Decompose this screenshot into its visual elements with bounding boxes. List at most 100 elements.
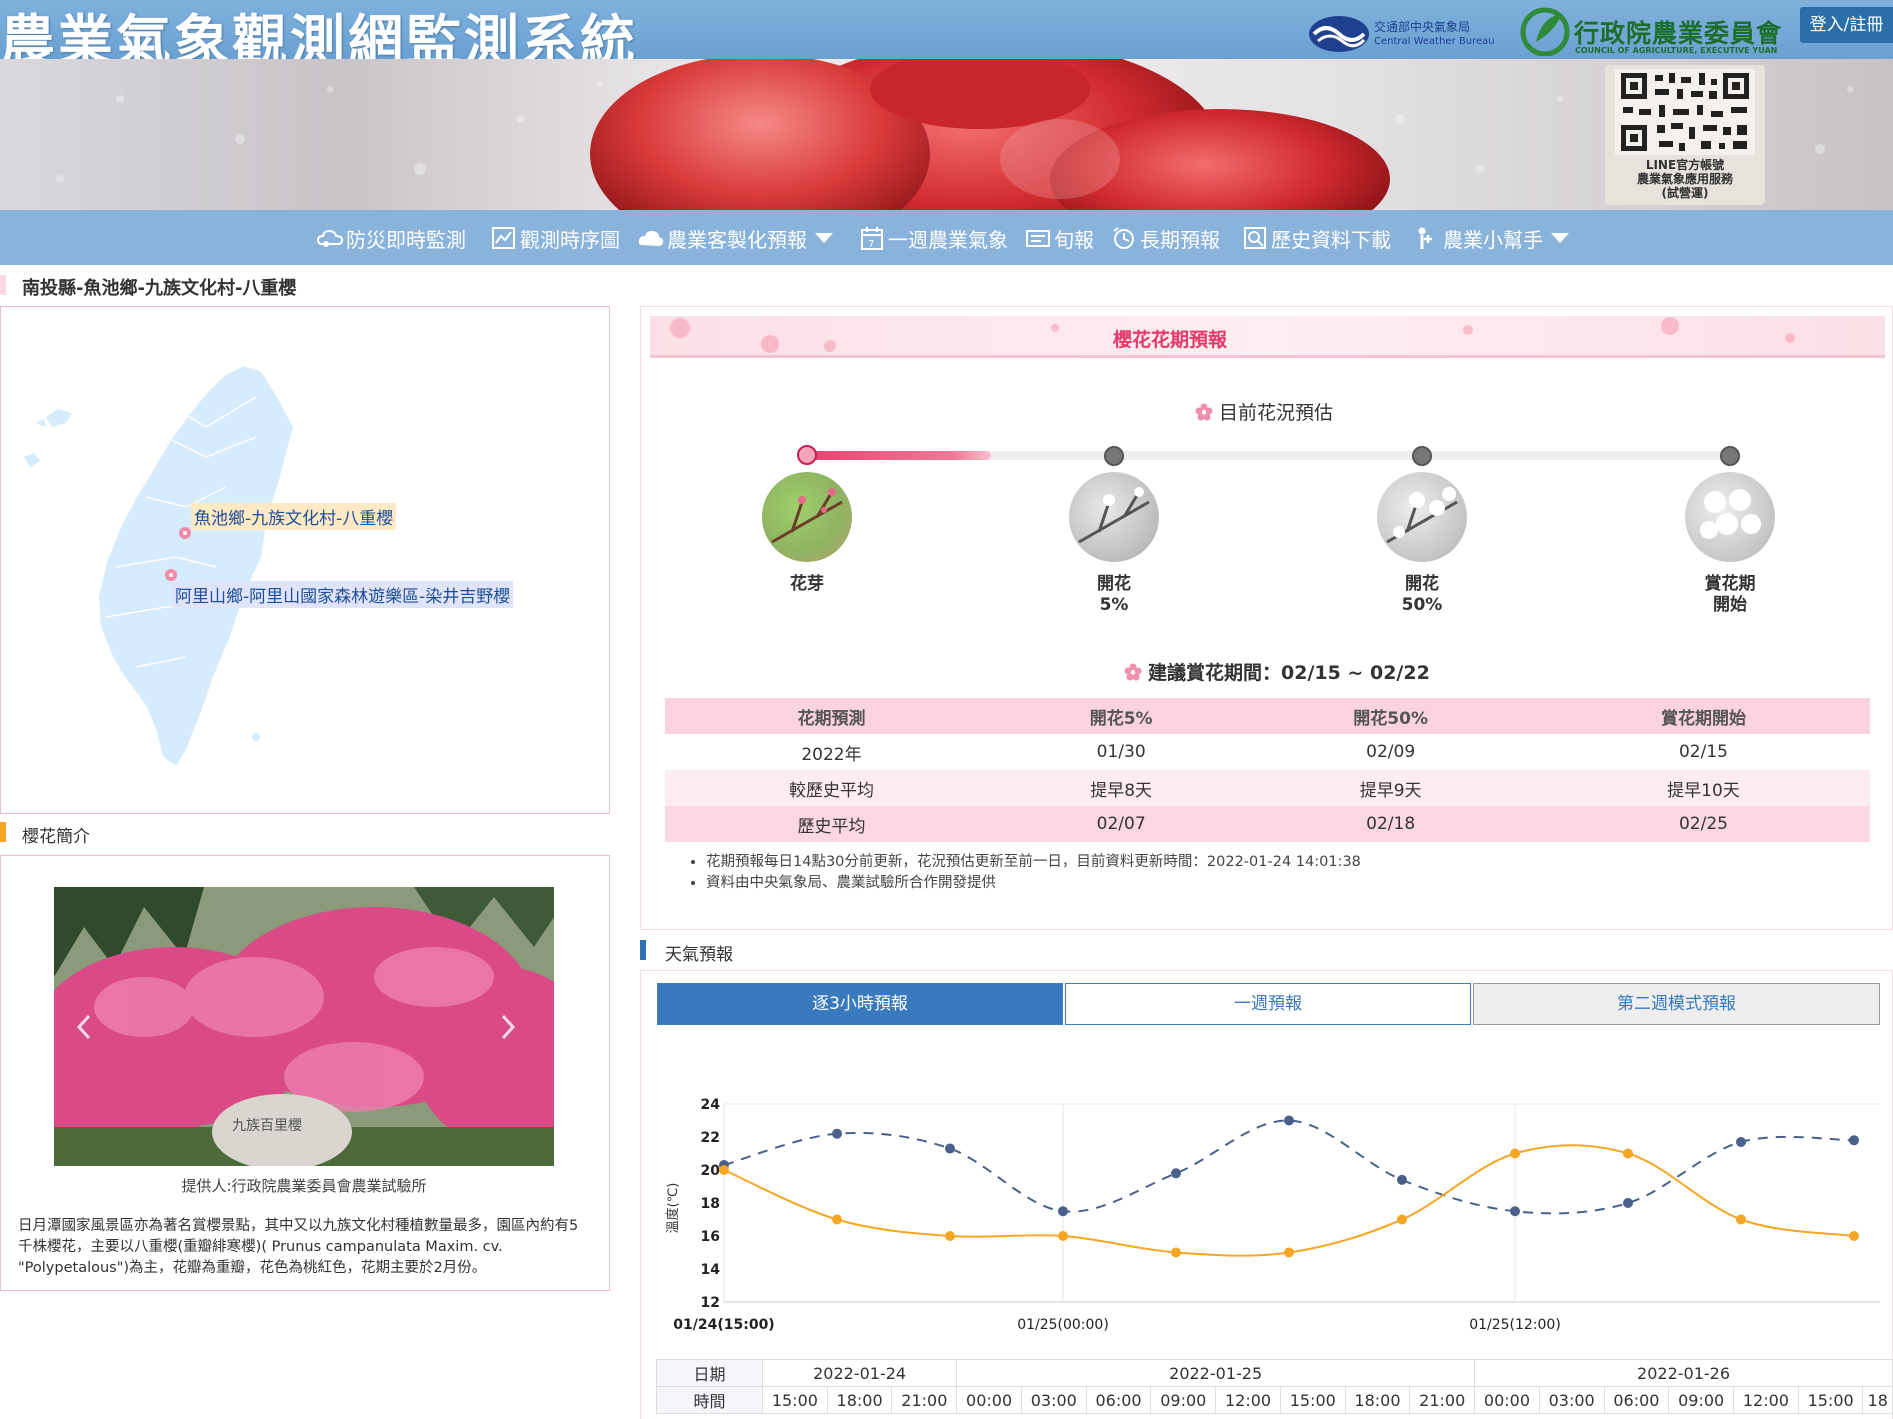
coa-logo[interactable]: 行政院農業委員會 COUNCIL OF AGRICULTURE, EXECUTI…: [1518, 6, 1788, 56]
sakura-marker-icon[interactable]: [164, 568, 178, 582]
stage-bud-image: [762, 472, 852, 562]
qr-code-icon: [1615, 69, 1755, 155]
nav-label: 長期預報: [1140, 227, 1220, 252]
weather-time-table: 日期 2022-01-24 2022-01-25 2022-01-26 時間 1…: [656, 1359, 1893, 1414]
x-tick-label: 01/24(15:00): [673, 1317, 774, 1333]
x-tick-label: 01/25(00:00): [1017, 1317, 1109, 1333]
nav-history-download[interactable]: 歷史資料下載: [1242, 222, 1391, 254]
data-point[interactable]: [1171, 1247, 1181, 1258]
table-row: 日期 2022-01-24 2022-01-25 2022-01-26: [656, 1359, 1893, 1387]
tab-second-week[interactable]: 第二週模式預報: [1473, 983, 1880, 1025]
data-point[interactable]: [1849, 1135, 1859, 1146]
temperature-chart[interactable]: 12 14 16 18 20 22 24 01/24(15:00) 01/25(00:00) 0…: [650, 1090, 1880, 1340]
data-point[interactable]: [1623, 1148, 1633, 1159]
table-cell-time: 00:00: [956, 1386, 1022, 1414]
location-breadcrumb: 南投縣-魚池鄉-九族文化村-八重櫻: [22, 278, 297, 299]
weather-section-title: 天氣預報: [665, 945, 733, 965]
download-icon: [1244, 227, 1266, 249]
bloom-progress-fill: [806, 451, 992, 460]
table-cell: 02/15: [1678, 742, 1728, 762]
intro-section-title: 櫻花簡介: [22, 827, 90, 847]
cwb-name-en: Central Weather Bureau: [1374, 36, 1495, 47]
sakura-marker-icon[interactable]: [178, 526, 192, 540]
table-cell-time: 12:00: [1215, 1386, 1281, 1414]
data-point[interactable]: [1849, 1231, 1859, 1241]
nav-weekly-agri-weather[interactable]: 7 一週農業氣象: [859, 222, 1008, 254]
data-point[interactable]: [1736, 1136, 1746, 1147]
table-cell-date: 2022-01-25: [956, 1359, 1476, 1387]
date-row-label: 日期: [656, 1359, 763, 1387]
carousel-prev-icon[interactable]: [74, 1012, 94, 1042]
table-cell-time: 21:00: [1409, 1386, 1476, 1414]
table-cell-time: 18:00: [826, 1386, 893, 1414]
bloom-suggestion: 建議賞花期間：02/15 ~ 02/22: [1124, 658, 1430, 685]
table-cell-time: 18:00: [1344, 1386, 1411, 1414]
data-point[interactable]: [1510, 1148, 1520, 1159]
sakura-photo[interactable]: 九族百里櫻: [54, 887, 554, 1166]
table-cell-time: 06:00: [1603, 1386, 1670, 1414]
data-point[interactable]: [1058, 1231, 1068, 1241]
qr-caption-line1: LINE官方帳號: [1645, 158, 1725, 172]
table-row: 較歷史平均 提早8天 提早9天 提早10天: [665, 770, 1870, 806]
map-label-yuchi[interactable]: 魚池鄉-九族文化村-八重櫻: [191, 503, 397, 530]
data-point[interactable]: [1284, 1115, 1294, 1126]
nav-label: 旬報: [1054, 227, 1094, 252]
table-cell: 歷史平均: [797, 816, 866, 837]
table-header-cell: 賞花期開始: [1660, 708, 1746, 729]
data-point[interactable]: [719, 1165, 729, 1175]
tab-weekly[interactable]: 一週預報: [1065, 983, 1471, 1025]
data-point[interactable]: [1058, 1206, 1068, 1217]
data-point[interactable]: [945, 1231, 955, 1241]
y-tick-label: 24: [701, 1097, 721, 1113]
bloom-stage-dot: [1412, 446, 1432, 466]
bloom-table: 花期預測 開花5% 開花50% 賞花期開始 2022年 01/30 02/09 …: [665, 698, 1870, 842]
bloom-suggestion-text: 建議賞花期間：02/15 ~ 02/22: [1148, 662, 1430, 684]
table-cell: 01/30: [1096, 742, 1146, 762]
table-cell-date: 2022-01-24: [761, 1359, 958, 1387]
bloom-status-heading: 目前花況預估: [1195, 398, 1333, 425]
nav-agri-helper[interactable]: 農業小幫手: [1414, 222, 1569, 254]
data-point[interactable]: [832, 1214, 842, 1225]
table-cell-time: 09:00: [1150, 1386, 1217, 1414]
map-panel: [0, 306, 610, 814]
cwb-logo[interactable]: 交通部中央氣象局 Central Weather Bureau: [1308, 14, 1508, 56]
nav-disaster-monitor[interactable]: 防災即時監測: [317, 222, 466, 254]
section-marker: [0, 275, 6, 295]
data-point[interactable]: [1736, 1214, 1746, 1225]
nav-long-term-forecast[interactable]: 長期預報: [1111, 222, 1220, 254]
nav-label: 防災即時監測: [346, 227, 466, 252]
y-tick-label: 14: [701, 1262, 721, 1278]
nav-custom-forecast[interactable]: 農業客製化預報: [638, 222, 833, 254]
table-row: 歷史平均 02/07 02/18 02/25: [665, 806, 1870, 842]
login-register-button[interactable]: 登入/註冊: [1800, 7, 1893, 43]
y-tick-label: 20: [701, 1163, 721, 1179]
bloom-table-header: 花期預測 開花5% 開花50% 賞花期開始: [665, 698, 1870, 734]
tab-3hour[interactable]: 逐3小時預報: [657, 983, 1063, 1025]
sakura-flower-icon: [1124, 663, 1142, 680]
data-point[interactable]: [832, 1128, 842, 1139]
table-header-cell: 開花5%: [1089, 708, 1153, 729]
taiwan-map[interactable]: [16, 357, 376, 777]
table-cell-time: 15:00: [1797, 1386, 1864, 1414]
map-label-alishan[interactable]: 阿里山鄉-阿里山國家森林遊樂區-染井吉野櫻: [172, 581, 514, 608]
data-point[interactable]: [1623, 1198, 1633, 1208]
qr-caption-line3: (試營運): [1661, 186, 1709, 200]
line-qr-code[interactable]: LINE官方帳號 農業氣象應用服務 (試營運): [1605, 65, 1765, 205]
data-point[interactable]: [1284, 1247, 1294, 1258]
table-cell: 02/25: [1678, 814, 1728, 834]
data-point[interactable]: [945, 1143, 955, 1154]
chevron-down-icon: [1551, 233, 1569, 243]
data-point[interactable]: [1510, 1206, 1520, 1217]
nav-time-series[interactable]: 觀測時序圖: [491, 222, 620, 254]
bloom-note-item: 資料由中央氣象局、農業試驗所合作開發提供: [706, 873, 1361, 894]
table-cell-time: 12:00: [1733, 1386, 1799, 1414]
cloud-monitor-icon: [317, 229, 343, 247]
data-point[interactable]: [1397, 1174, 1407, 1185]
data-point[interactable]: [1397, 1214, 1407, 1225]
nav-ten-day-report[interactable]: 旬報: [1025, 222, 1094, 254]
report-icon: [1026, 230, 1050, 247]
data-point[interactable]: [1171, 1168, 1181, 1179]
carousel-next-icon[interactable]: [498, 1012, 518, 1042]
bloom-note-item: 花期預報每日14點30分前更新，花況預估更新至前一日，目前資料更新時間：2022…: [706, 852, 1361, 873]
x-tick-label: 01/25(12:00): [1469, 1317, 1561, 1333]
